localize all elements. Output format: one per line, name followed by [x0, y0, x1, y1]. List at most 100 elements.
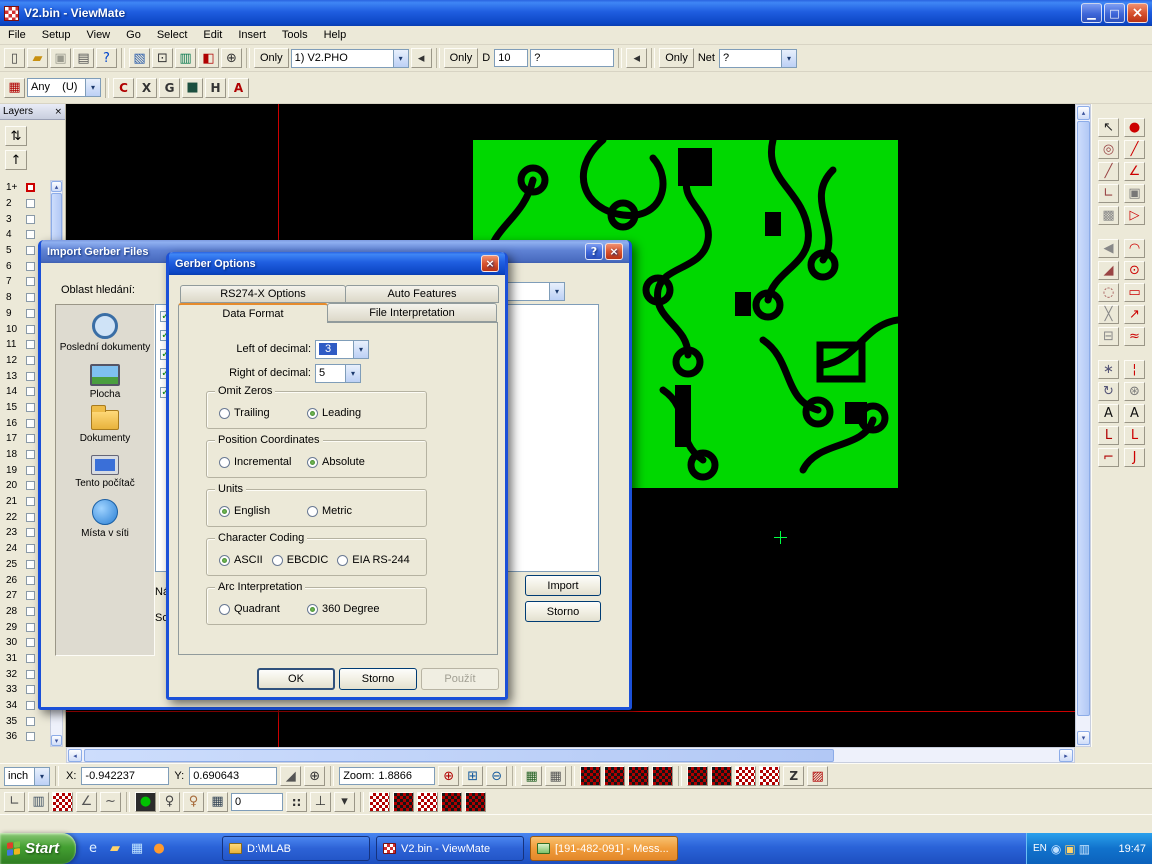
chevron-down-icon[interactable]: ▾ [85, 79, 100, 96]
layer-pattern-icon[interactable] [652, 766, 673, 786]
aperture-combo[interactable]: Any (U)▾ [27, 78, 101, 97]
layer-row-35[interactable]: 35 [2, 713, 50, 729]
z-order-icon[interactable]: Z [783, 766, 804, 786]
print-icon[interactable]: ▤ [73, 48, 94, 68]
aperture-a-icon[interactable]: A [228, 78, 249, 98]
draw-rect-icon[interactable]: ▭ [1124, 283, 1145, 302]
radio-360-degree[interactable]: 360 Degree [307, 603, 380, 615]
minimize-button[interactable]: ▁ [1081, 3, 1102, 23]
dcode-query-input[interactable]: ? [530, 49, 614, 67]
zoom-out-icon[interactable]: ⊖ [486, 766, 507, 786]
pad-pattern-icon[interactable] [735, 766, 756, 786]
layer-color-box[interactable] [26, 215, 35, 224]
text-a-icon[interactable]: A [1124, 404, 1145, 423]
fill-entry-icon[interactable]: ▩ [1098, 206, 1119, 225]
layer-row-36[interactable]: 36 [2, 729, 50, 745]
menu-setup[interactable]: Setup [34, 27, 79, 43]
layer-up-button[interactable]: ↑ [5, 150, 27, 170]
status-light-icon[interactable]: ● [135, 792, 156, 812]
firefox-quicklaunch-icon[interactable]: ● [150, 840, 168, 858]
pointer-icon[interactable]: ↖ [1098, 118, 1119, 137]
place-item-m-sta-v-s-ti[interactable]: Místa v síti [59, 499, 151, 540]
layer-color-box[interactable] [26, 528, 35, 537]
radio-absolute[interactable]: Absolute [307, 456, 365, 468]
radio-quadrant[interactable]: Quadrant [219, 603, 307, 615]
layer-color-box[interactable] [26, 513, 35, 522]
mirror-tool-icon[interactable]: ◀ [1098, 239, 1119, 258]
close-button[interactable]: × [605, 243, 623, 260]
x-input[interactable]: -0.942237 [81, 767, 169, 785]
network-tray-icon[interactable]: ▥ [1079, 842, 1090, 856]
radio-ebcdic[interactable]: EBCDIC [272, 554, 329, 566]
draw-circle-icon[interactable]: ⊙ [1124, 261, 1145, 280]
layer-color-box[interactable] [26, 481, 35, 490]
radio-metric[interactable]: Metric [307, 505, 352, 517]
probe-b-icon[interactable]: ♀ [183, 792, 204, 812]
scroll-right-icon[interactable]: ▸ [1059, 749, 1073, 762]
radio-trailing[interactable]: Trailing [219, 407, 307, 419]
radio-incremental[interactable]: Incremental [219, 456, 307, 468]
aperture-c-icon[interactable]: C [113, 78, 134, 98]
cancel-button[interactable]: Storno [339, 668, 417, 690]
dcode-table-icon[interactable]: ▦ [521, 766, 542, 786]
layer-combo[interactable]: 1) V2.PHO▾ [291, 49, 409, 68]
chevron-down-icon[interactable]: ▾ [353, 341, 368, 358]
scroll-up-icon[interactable]: ▴ [1077, 106, 1090, 120]
film-box-icon[interactable]: ▥ [175, 48, 196, 68]
layer-row-2[interactable]: 2 [2, 196, 50, 212]
angle-icon[interactable]: ∠ [76, 792, 97, 812]
grid-pattern-icon[interactable] [52, 792, 73, 812]
dither-icon[interactable]: ▨ [807, 766, 828, 786]
menu-file[interactable]: File [0, 27, 34, 43]
aperture-g-icon[interactable]: G [159, 78, 180, 98]
place-item-tento-po-ta[interactable]: Tento počítač [59, 455, 151, 490]
layer-color-box[interactable] [26, 497, 35, 506]
scroll-down-icon[interactable]: ▾ [1077, 731, 1090, 745]
grid-settings-icon[interactable]: ▦ [207, 792, 228, 812]
fill-pattern-icon[interactable] [465, 792, 486, 812]
pad-pattern-icon[interactable] [759, 766, 780, 786]
layer-row-1[interactable]: 1+ [2, 180, 50, 196]
chevron-down-icon[interactable]: ▾ [345, 365, 360, 382]
poly-entry-icon[interactable]: ∟ [1098, 184, 1119, 203]
ruler-icon[interactable]: ∟ [4, 792, 25, 812]
draw-curve-icon[interactable]: ≈ [1124, 327, 1145, 346]
draw-triangle-icon[interactable]: ▷ [1124, 206, 1145, 225]
menu-help[interactable]: Help [316, 27, 355, 43]
letter-j-icon[interactable]: J [1124, 448, 1145, 467]
draw-polyline-icon[interactable]: ∠ [1124, 162, 1145, 181]
aperture-square-icon[interactable]: ■ [182, 78, 203, 98]
layer-color-box[interactable] [26, 638, 35, 647]
radio-english[interactable]: English [219, 505, 307, 517]
scroll-left-icon[interactable]: ◂ [68, 749, 82, 762]
clock[interactable]: 19:47 [1118, 843, 1146, 855]
layer-color-box[interactable] [26, 246, 35, 255]
menu-edit[interactable]: Edit [195, 27, 230, 43]
layer-color-box[interactable] [26, 183, 35, 192]
layer-color-box[interactable] [26, 466, 35, 475]
close-icon[interactable]: × [54, 107, 62, 117]
zoom-display[interactable]: Zoom:1.8866 [339, 767, 435, 785]
layer-color-box[interactable] [26, 434, 35, 443]
layer-color-box[interactable] [26, 576, 35, 585]
radio-ascii[interactable]: ASCII [219, 554, 263, 566]
layer-color-box[interactable] [26, 701, 35, 710]
save-icon[interactable]: ▣ [50, 48, 71, 68]
layer-color-box[interactable] [26, 670, 35, 679]
frame-select-icon[interactable]: ▧ [129, 48, 150, 68]
origin-icon[interactable]: ⊕ [304, 766, 325, 786]
shield-tray-icon[interactable]: ▣ [1064, 842, 1075, 856]
layer-color-box[interactable] [26, 685, 35, 694]
layer-pattern-icon[interactable] [628, 766, 649, 786]
close-button[interactable]: × [481, 255, 499, 272]
vertical-scrollbar[interactable]: ▴ ▾ [1075, 104, 1091, 747]
chevron-down-icon[interactable]: ▾ [34, 768, 49, 785]
layer-color-box[interactable] [26, 544, 35, 553]
close-button[interactable]: × [1127, 3, 1148, 23]
restore-button[interactable]: □ [1104, 3, 1125, 23]
swap-layers-icon[interactable]: ◧ [198, 48, 219, 68]
draw-line-icon[interactable]: ╱ [1124, 140, 1145, 159]
measure-icon[interactable]: ⊕ [221, 48, 242, 68]
draw-filled-rect-icon[interactable]: ▣ [1124, 184, 1145, 203]
highlight-dcode-icon[interactable]: ⊡ [152, 48, 173, 68]
